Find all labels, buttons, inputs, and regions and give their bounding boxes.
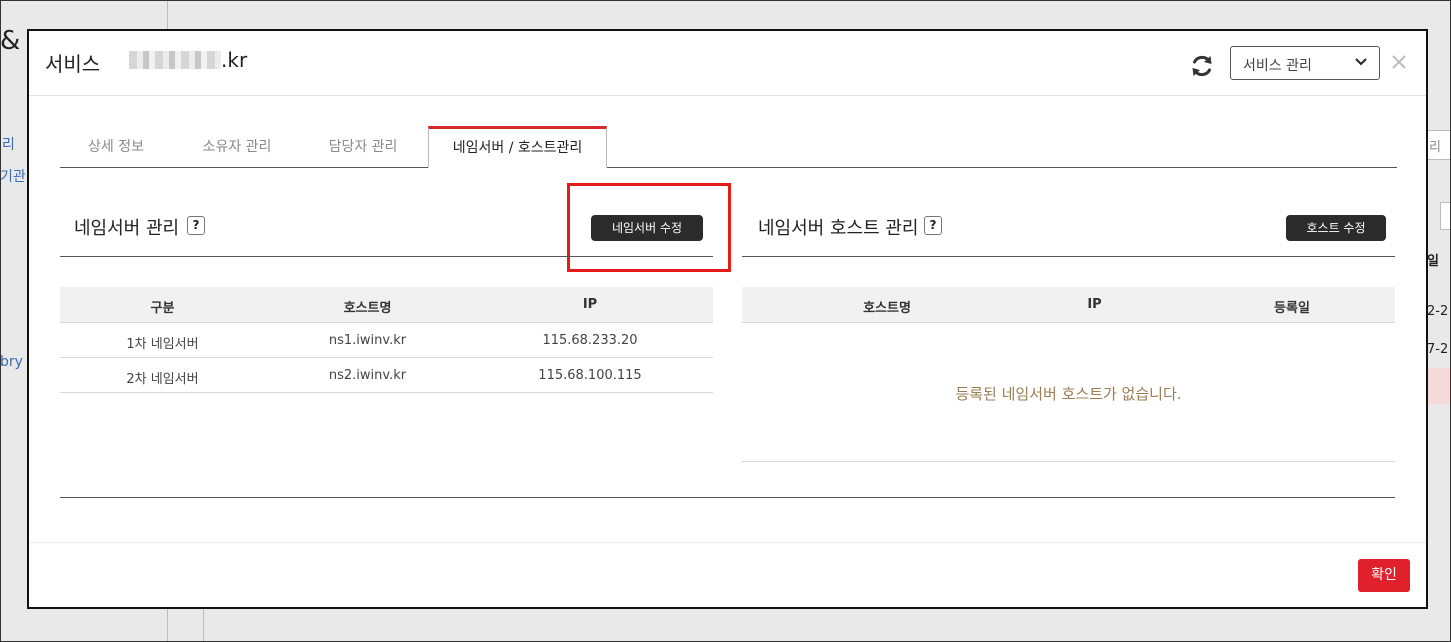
empty-state-message: 등록된 네임서버 호스트가 없습니다. <box>955 385 1182 403</box>
confirm-button[interactable]: 확인 <box>1358 559 1410 592</box>
tab-manager[interactable]: 담당자 관리 <box>313 127 413 167</box>
column-header: 호스트명 <box>343 301 392 316</box>
nameserver-type: 2차 네임서버 <box>126 372 199 387</box>
nameserver-ip: 115.68.100.115 <box>538 368 642 383</box>
nameserver-table-header: 구분 호스트명 IP <box>60 287 713 322</box>
tab-details[interactable]: 상세 정보 <box>60 127 172 167</box>
column-header: 호스트명 <box>863 301 911 316</box>
divider <box>60 392 713 393</box>
close-icon[interactable] <box>1391 54 1407 70</box>
nameserver-type: 1차 네임서버 <box>126 337 199 352</box>
nameserver-host: ns1.iwinv.kr <box>328 333 407 348</box>
modal-header: 서비스 .kr 서비스 관리 <box>29 31 1426 96</box>
tab-nameserver-host[interactable]: 네임서버 / 호스트관리 <box>428 126 607 168</box>
highlight-box <box>567 183 731 272</box>
service-select[interactable]: 서비스 관리 <box>1230 46 1380 80</box>
footer-divider <box>29 542 1426 543</box>
nameserver-section-title: 네임서버 관리 <box>74 218 180 239</box>
tab-bar: 상세 정보 소유자 관리 담당자 관리 네임서버 / 호스트관리 <box>60 126 1397 168</box>
host-section-title: 네임서버 호스트 관리 <box>758 218 919 239</box>
nameserver-host: ns2.iwinv.kr <box>328 368 407 383</box>
divider <box>742 256 1395 257</box>
domain-suffix: .kr <box>221 48 248 72</box>
domain-name: .kr <box>129 48 247 72</box>
column-header: 등록일 <box>1274 301 1310 316</box>
tab-owner[interactable]: 소유자 관리 <box>187 127 287 167</box>
refresh-icon[interactable] <box>1189 53 1215 79</box>
divider <box>60 256 713 257</box>
help-icon[interactable]: ? <box>924 216 942 235</box>
divider <box>60 322 713 323</box>
divider <box>60 357 713 358</box>
divider <box>60 497 1395 498</box>
column-header: IP <box>1087 297 1102 312</box>
redacted-domain <box>129 51 221 69</box>
host-table-header: 호스트명 IP 등록일 <box>742 287 1395 322</box>
divider <box>742 461 1395 462</box>
divider <box>742 322 1395 323</box>
column-header: IP <box>582 297 598 312</box>
edit-host-button[interactable]: 호스트 수정 <box>1286 215 1386 241</box>
service-select-value: 서비스 관리 <box>1243 58 1312 74</box>
modal-title: 서비스 <box>45 52 101 76</box>
service-modal: 서비스 .kr 서비스 관리 상세 정보 소유자 관리 담당자 관리 네임서버 … <box>27 29 1428 609</box>
chevron-down-icon <box>1355 58 1367 66</box>
column-header: 구분 <box>150 301 175 316</box>
help-icon[interactable]: ? <box>187 216 205 235</box>
nameserver-ip: 115.68.233.20 <box>542 333 638 348</box>
